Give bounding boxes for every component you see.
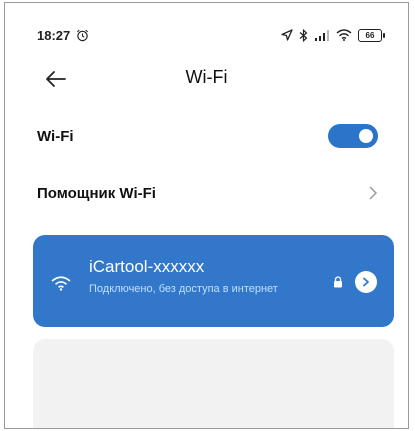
wifi-toggle-row[interactable]: Wi-Fi [37,118,378,154]
signal-bars-icon [315,30,329,41]
connected-network-card[interactable]: iCartool-xxxxxx Подключено, без доступа … [33,235,394,327]
page-title: Wi-Fi [185,67,228,87]
wifi-assistant-label: Помощник Wi-Fi [37,184,156,202]
battery-indicator: 66 [358,28,385,42]
network-status: Подключено, без доступа в интернет [89,283,278,295]
page-header: Wi-Fi [5,61,408,97]
alarm-icon [77,29,89,41]
network-name: iCartool-xxxxxx [89,257,205,276]
status-left: 18:27 [37,28,89,43]
wifi-assistant-row[interactable]: Помощник Wi-Fi [37,175,378,211]
toggle-knob [359,129,373,143]
bluetooth-icon [299,28,308,42]
location-arrow-icon [281,29,293,41]
network-details-button[interactable] [355,271,377,293]
chevron-right-icon [363,277,369,287]
wifi-icon [51,276,71,291]
lock-icon [334,276,342,288]
status-right: 66 [281,28,385,42]
wifi-toggle-label: Wi-Fi [37,127,74,145]
screen-frame: 18:27 66 Wi-Fi Wi-Fi Помощник Wi-Fi iCar… [4,2,409,429]
status-bar: 18:27 66 [37,25,385,45]
wifi-toggle-switch[interactable] [328,124,378,148]
clock-time: 18:27 [37,27,71,43]
chevron-right-icon [369,186,378,200]
wifi-status-icon [336,29,352,41]
network-list-card [33,339,394,428]
